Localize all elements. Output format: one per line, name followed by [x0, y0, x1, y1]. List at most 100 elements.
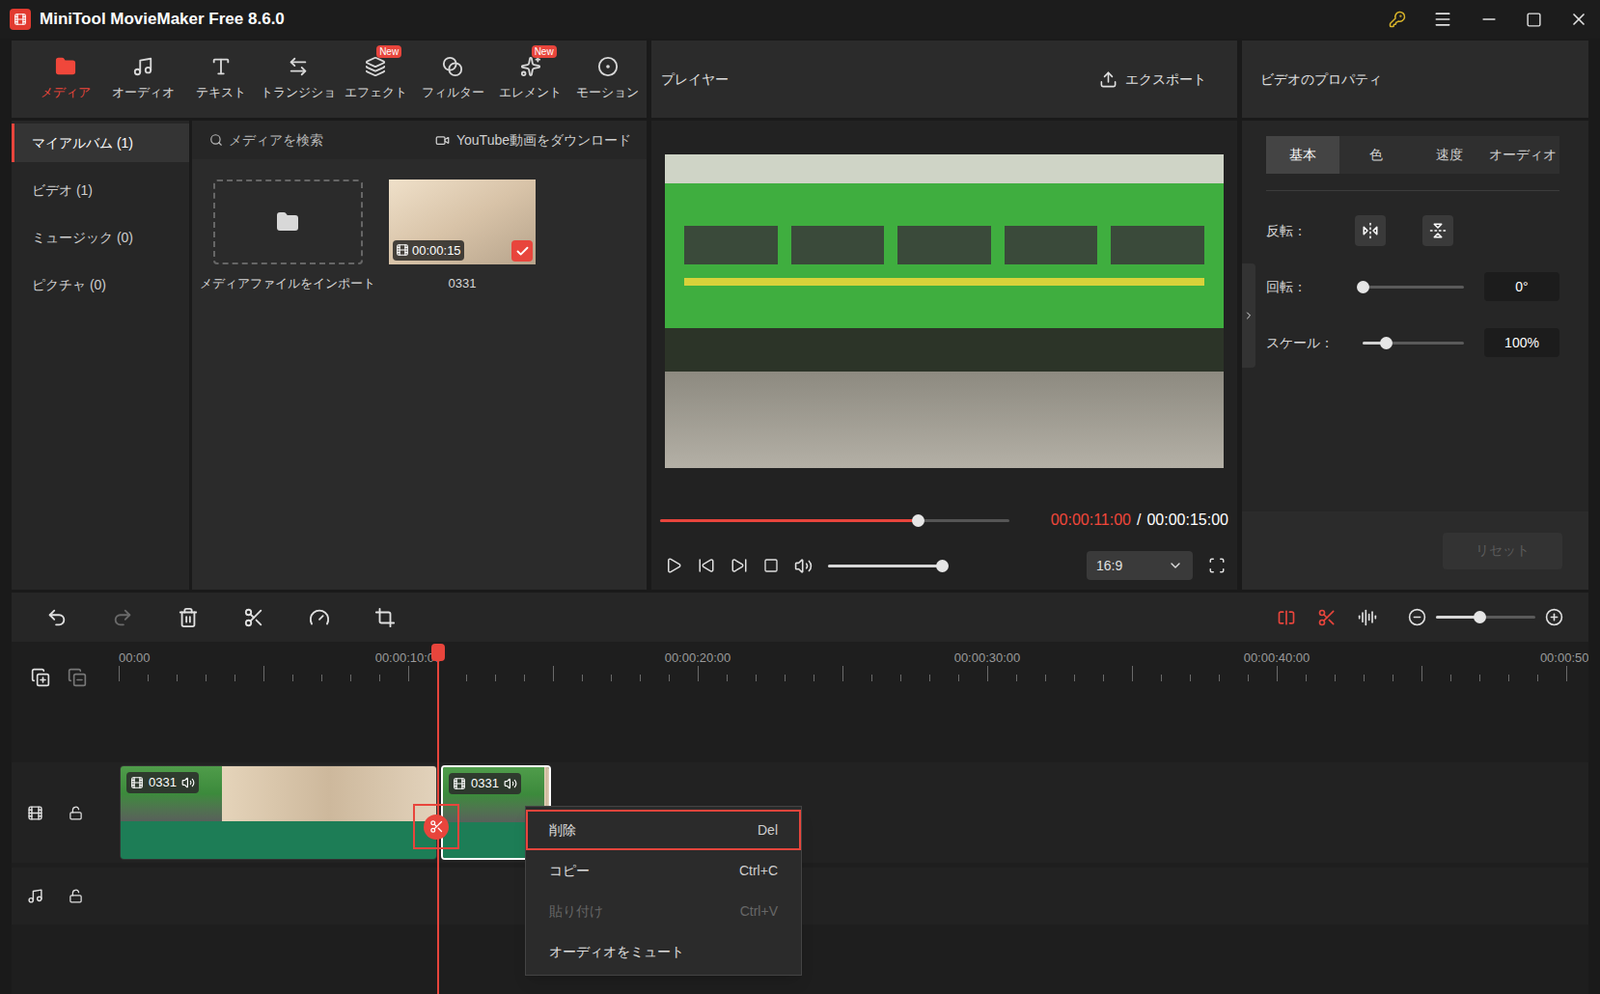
time-display: 00:00:11:00/00:00:15:00	[1050, 508, 1229, 532]
lock-button[interactable]	[68, 888, 83, 904]
timeline-clip[interactable]: 0331	[119, 765, 438, 860]
ruler-label: 00:00:30:00	[954, 648, 1021, 668]
video-track: 03310331	[118, 762, 1589, 863]
key-button[interactable]	[1388, 10, 1407, 28]
clip-label: 0331	[148, 772, 177, 793]
property-slider[interactable]	[1362, 335, 1464, 350]
close-button[interactable]	[1569, 9, 1589, 29]
collapse-handle[interactable]	[1241, 263, 1256, 368]
redo-button[interactable]	[111, 606, 134, 629]
property-tab[interactable]: 色	[1339, 136, 1413, 174]
folder-sidebar: マイアルバム (1) ビデオ (1) ミュージック (0) ピクチャ (0)	[11, 120, 190, 590]
context-menu-item[interactable]: 貼り付けCtrl+V	[525, 890, 801, 932]
audio-split-icon	[1357, 607, 1378, 628]
export-icon	[1099, 70, 1118, 89]
title-bar: MiniTool MovieMaker Free 8.6.0	[0, 0, 1600, 39]
category-tab[interactable]: フィルター	[413, 40, 492, 118]
crop-button[interactable]	[374, 606, 396, 629]
app-window: MiniTool MovieMaker Free 8.6.0メディアオーディオテ…	[0, 0, 1600, 994]
property-tab[interactable]: 基本	[1266, 136, 1340, 174]
volume-slider[interactable]	[827, 558, 942, 573]
stop-button[interactable]	[763, 557, 779, 574]
undo-button[interactable]	[46, 606, 68, 629]
volume-button[interactable]	[794, 556, 813, 576]
maximize-icon	[1525, 11, 1543, 28]
progress-slider[interactable]	[660, 513, 1010, 527]
context-menu-item[interactable]: コピーCtrl+C	[525, 850, 801, 891]
element-icon	[520, 55, 542, 78]
flip-vertical-button[interactable]	[1422, 215, 1454, 247]
category-tab-label: メディア	[40, 82, 91, 103]
context-menu-item[interactable]: オーディオをミュート	[525, 931, 801, 972]
remove-track-icon	[67, 667, 87, 688]
minimize-button[interactable]	[1479, 9, 1499, 29]
maximize-button[interactable]	[1525, 11, 1543, 28]
timeline-canvas[interactable]: 00:0000:00:10:0000:00:20:0000:00:30:0000…	[118, 641, 1589, 994]
playhead-handle[interactable]	[431, 643, 445, 662]
audio-split-button[interactable]	[1357, 607, 1378, 628]
video-track-button[interactable]	[27, 804, 44, 822]
property-value[interactable]: 0°	[1484, 272, 1560, 302]
zoom-in-button[interactable]	[1544, 607, 1564, 627]
property-slider[interactable]	[1362, 279, 1464, 294]
category-tabs: メディアオーディオテキストトランジショNewエフェクトフィルターNewエレメント…	[11, 40, 647, 118]
youtube-download-button[interactable]: YouTube動画をダウンロード	[435, 130, 632, 151]
category-tab-label: エフェクト	[344, 82, 408, 103]
audio-track-button[interactable]	[27, 887, 44, 905]
menu-button[interactable]	[1433, 9, 1453, 29]
delete-button[interactable]	[177, 606, 199, 629]
property-tab[interactable]: オーディオ	[1486, 136, 1560, 174]
export-button[interactable]: エクスポート	[1099, 69, 1207, 90]
zoom-slider[interactable]	[1435, 610, 1536, 625]
audio-track-icon	[27, 887, 44, 905]
category-tab[interactable]: トランジショ	[259, 40, 337, 118]
folder-icon	[275, 210, 300, 234]
delete-icon	[177, 606, 199, 629]
category-tab[interactable]: Newエフェクト	[336, 40, 414, 118]
add-track-icon	[30, 667, 51, 688]
clip-card[interactable]: 00:00:150331	[388, 179, 536, 294]
flip-horizontal-button[interactable]	[1354, 215, 1386, 247]
zoom-out-button[interactable]	[1407, 607, 1427, 627]
lock-button[interactable]	[68, 805, 83, 821]
fullscreen-button[interactable]	[1208, 556, 1226, 575]
reset-button[interactable]: リセット	[1442, 532, 1563, 570]
property-value[interactable]: 100%	[1484, 328, 1560, 358]
remove-track-button[interactable]	[67, 667, 87, 688]
split-marker[interactable]	[413, 803, 460, 850]
play-button[interactable]	[664, 556, 683, 575]
previous-button[interactable]	[697, 556, 716, 575]
redo-icon	[111, 606, 134, 629]
search-field[interactable]: メディアを検索	[209, 130, 324, 151]
current-time: 00:00:11:00	[1050, 508, 1132, 532]
media-content: メディアを検索YouTube動画をダウンロードメディアファイルをインポート00:…	[192, 120, 647, 590]
close-icon	[1569, 9, 1589, 29]
category-tab[interactable]: テキスト	[182, 40, 260, 118]
category-tab[interactable]: オーディオ	[104, 40, 182, 118]
property-tab[interactable]: 速度	[1412, 136, 1487, 174]
speed-button[interactable]	[308, 606, 331, 629]
category-tab[interactable]: Newエレメント	[492, 40, 570, 118]
add-track-button[interactable]	[30, 667, 51, 688]
clip-duration: 00:00:15	[412, 241, 462, 261]
category-tab-label: テキスト	[195, 82, 247, 103]
split-button[interactable]	[243, 606, 265, 629]
context-menu-item[interactable]: 削除Del	[525, 809, 801, 851]
category-tab[interactable]: モーション	[569, 40, 647, 118]
folder-item[interactable]: ピクチャ (0)	[11, 265, 190, 304]
next-button[interactable]	[730, 556, 748, 575]
volume-icon	[794, 556, 813, 576]
lock-icon	[68, 888, 83, 904]
import-card[interactable]: メディアファイルをインポート	[205, 179, 370, 294]
folder-item[interactable]: ビデオ (1)	[11, 170, 190, 210]
folder-item[interactable]: ミュージック (0)	[11, 218, 190, 257]
category-tab[interactable]: メディア	[27, 40, 105, 118]
aspect-ratio-dropdown[interactable]: 16:9	[1086, 551, 1193, 580]
snap-button[interactable]	[1317, 607, 1337, 628]
context-menu: 削除DelコピーCtrl+C貼り付けCtrl+Vオーディオをミュート	[524, 805, 802, 976]
fit-icon	[1276, 607, 1297, 628]
fit-button[interactable]	[1276, 607, 1297, 628]
video-track-icon	[27, 804, 44, 822]
folder-item[interactable]: マイアルバム (1)	[11, 123, 190, 163]
youtube-icon	[435, 133, 450, 148]
